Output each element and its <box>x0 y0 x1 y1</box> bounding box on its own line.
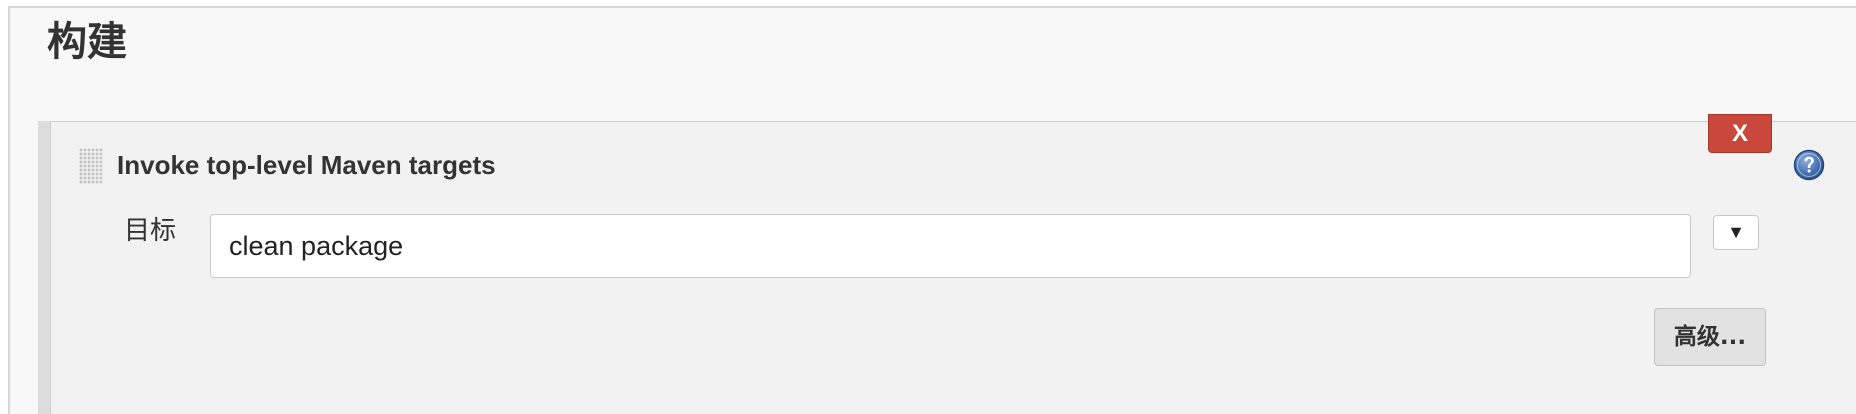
goals-label: 目标 <box>124 216 177 246</box>
expand-goals-button[interactable]: ▼ <box>1713 215 1759 250</box>
goals-input[interactable] <box>210 214 1691 278</box>
delete-step-button[interactable]: X <box>1708 114 1772 153</box>
drag-handle-icon[interactable] <box>79 148 103 184</box>
section-title: 构建 <box>47 19 127 65</box>
help-icon[interactable] <box>1793 149 1825 181</box>
advanced-button[interactable]: 高级... <box>1654 308 1766 366</box>
build-step-title: Invoke top-level Maven targets <box>117 150 496 180</box>
